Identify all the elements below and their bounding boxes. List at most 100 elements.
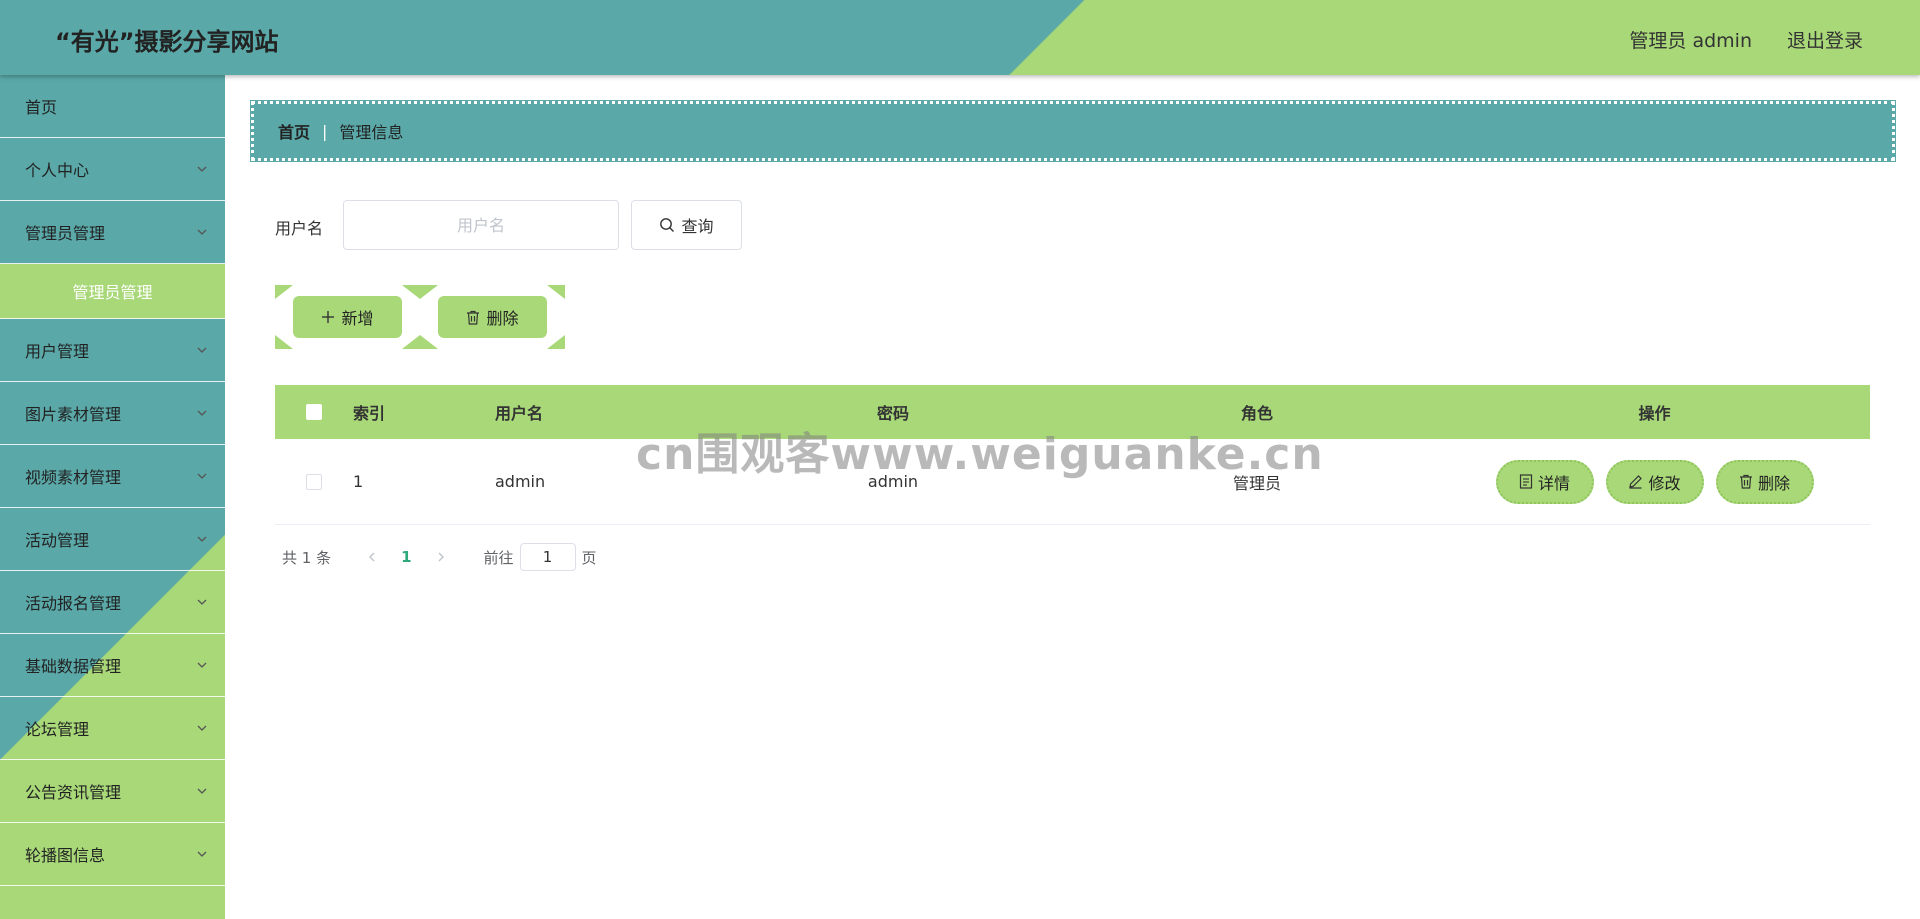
sidebar-item-activity-signup[interactable]: 活动报名管理 bbox=[0, 571, 225, 634]
cell-actions: 详情 修改 删除 bbox=[1439, 459, 1870, 504]
breadcrumb: 首页 | 管理信息 bbox=[250, 100, 1896, 162]
add-button[interactable]: 新增 bbox=[293, 296, 402, 338]
trash-icon bbox=[1739, 474, 1752, 489]
sidebar-item-label: 图片素材管理 bbox=[25, 405, 122, 424]
pagination-goto-label: 前往 bbox=[483, 548, 514, 567]
chevron-down-icon bbox=[197, 166, 207, 172]
chevron-down-icon bbox=[197, 473, 207, 479]
pagination-goto-input[interactable] bbox=[519, 543, 576, 571]
chevron-left-icon[interactable] bbox=[365, 550, 379, 564]
sidebar-item-base-data[interactable]: 基础数据管理 bbox=[0, 634, 225, 697]
search-icon bbox=[660, 218, 675, 232]
cell-role: 管理员 bbox=[1232, 473, 1281, 493]
row-checkbox[interactable] bbox=[306, 473, 322, 490]
corner-decoration bbox=[420, 285, 438, 299]
sidebar-item-label: 公告资讯管理 bbox=[25, 783, 122, 802]
trash-icon bbox=[467, 310, 480, 325]
breadcrumb-separator: | bbox=[322, 121, 328, 141]
add-button-wrap: 新增 bbox=[275, 285, 420, 349]
sidebar-item-label: 论坛管理 bbox=[25, 720, 90, 739]
row-delete-button[interactable]: 删除 bbox=[1715, 459, 1814, 504]
detail-button[interactable]: 详情 bbox=[1495, 459, 1594, 504]
chevron-down-icon bbox=[197, 347, 207, 353]
search-button-label: 查询 bbox=[681, 217, 714, 236]
sidebar-item-label: 活动报名管理 bbox=[25, 594, 122, 613]
column-header-password: 密码 bbox=[876, 404, 909, 423]
sidebar-item-label: 管理员管理 bbox=[25, 224, 106, 243]
column-header-role: 角色 bbox=[1240, 404, 1273, 423]
site-title: “有光”摄影分享网站 bbox=[55, 28, 279, 56]
top-header: “有光”摄影分享网站 管理员 admin 退出登录 bbox=[0, 0, 1920, 75]
sidebar-item-label: 活动管理 bbox=[25, 531, 90, 550]
cell-index: 1 bbox=[353, 472, 364, 491]
search-label: 用户名 bbox=[275, 219, 324, 238]
bulk-delete-button[interactable]: 删除 bbox=[438, 296, 547, 338]
admin-table: 索引 用户名 密码 角色 操作 1 admin admin 管理员 详情 修改 … bbox=[275, 385, 1870, 525]
column-header-index: 索引 bbox=[353, 404, 386, 423]
search-button[interactable]: 查询 bbox=[631, 200, 742, 250]
row-checkbox-cell bbox=[275, 473, 353, 490]
sidebar-item-forum[interactable]: 论坛管理 bbox=[0, 697, 225, 760]
edit-button-label: 修改 bbox=[1648, 473, 1681, 493]
sidebar-item-image-materials[interactable]: 图片素材管理 bbox=[0, 382, 225, 445]
row-delete-button-label: 删除 bbox=[1757, 473, 1790, 493]
sidebar-item-label: 首页 bbox=[25, 98, 58, 117]
breadcrumb-current: 管理信息 bbox=[339, 123, 404, 142]
corner-decoration bbox=[275, 335, 293, 349]
chevron-down-icon bbox=[197, 662, 207, 668]
pagination: 共 1 条 1 前往 页 bbox=[282, 543, 597, 571]
corner-decoration bbox=[402, 335, 420, 349]
table-header: 索引 用户名 密码 角色 操作 bbox=[275, 385, 1870, 439]
sidebar-item-label: 用户管理 bbox=[25, 342, 90, 361]
pencil-icon bbox=[1629, 475, 1643, 489]
chevron-down-icon bbox=[197, 410, 207, 416]
corner-decoration bbox=[275, 285, 293, 299]
chevron-down-icon bbox=[197, 229, 207, 235]
corner-decoration bbox=[402, 285, 420, 299]
add-button-label: 新增 bbox=[341, 309, 374, 328]
sidebar-item-video-materials[interactable]: 视频素材管理 bbox=[0, 445, 225, 508]
sidebar-item-announcements[interactable]: 公告资讯管理 bbox=[0, 760, 225, 823]
pagination-total: 共 1 条 bbox=[282, 548, 332, 567]
sidebar-item-personal-center[interactable]: 个人中心 bbox=[0, 138, 225, 201]
chevron-down-icon bbox=[197, 851, 207, 857]
plus-icon bbox=[322, 311, 335, 323]
detail-button-label: 详情 bbox=[1537, 473, 1570, 493]
sidebar-item-activity-management[interactable]: 活动管理 bbox=[0, 508, 225, 571]
logout-link[interactable]: 退出登录 bbox=[1787, 26, 1863, 53]
chevron-down-icon bbox=[197, 788, 207, 794]
sidebar-item-home[interactable]: 首页 bbox=[0, 75, 225, 138]
column-header-username: 用户名 bbox=[495, 404, 544, 423]
cell-username: admin bbox=[495, 472, 546, 491]
current-user-label: 管理员 admin bbox=[1629, 30, 1752, 52]
cell-password: admin bbox=[867, 472, 919, 491]
chevron-down-icon bbox=[197, 536, 207, 542]
sidebar: 首页 个人中心 管理员管理 管理员管理 用户管理 图片素材管理 视频素材管理 活… bbox=[0, 75, 225, 919]
username-search-input[interactable] bbox=[343, 200, 619, 250]
select-all-checkbox[interactable] bbox=[306, 404, 322, 420]
sidebar-subitem-label: 管理员管理 bbox=[72, 283, 153, 302]
edit-button[interactable]: 修改 bbox=[1605, 459, 1704, 504]
sidebar-item-label: 视频素材管理 bbox=[25, 468, 122, 487]
bulk-delete-button-label: 删除 bbox=[486, 309, 519, 328]
sidebar-item-user-management[interactable]: 用户管理 bbox=[0, 319, 225, 382]
sidebar-item-label: 个人中心 bbox=[25, 161, 90, 180]
sidebar-item-carousel[interactable]: 轮播图信息 bbox=[0, 823, 225, 886]
table-row: 1 admin admin 管理员 详情 修改 删除 bbox=[275, 439, 1870, 525]
header-checkbox-cell bbox=[275, 404, 353, 420]
chevron-down-icon bbox=[197, 599, 207, 605]
sidebar-item-label: 轮播图信息 bbox=[25, 846, 106, 865]
pagination-page-1[interactable]: 1 bbox=[401, 548, 411, 566]
sidebar-item-admin-management[interactable]: 管理员管理 bbox=[0, 201, 225, 264]
sidebar-item-label: 基础数据管理 bbox=[25, 657, 122, 676]
corner-decoration bbox=[420, 335, 438, 349]
corner-decoration bbox=[547, 335, 565, 349]
sidebar-subitem-admin-management[interactable]: 管理员管理 bbox=[0, 264, 225, 319]
chevron-right-icon[interactable] bbox=[434, 550, 448, 564]
breadcrumb-home[interactable]: 首页 bbox=[278, 119, 310, 143]
document-icon bbox=[1519, 474, 1533, 489]
pagination-page-suffix: 页 bbox=[581, 548, 597, 567]
delete-button-wrap: 删除 bbox=[420, 285, 565, 349]
column-header-actions: 操作 bbox=[1638, 404, 1671, 423]
chevron-down-icon bbox=[197, 725, 207, 731]
